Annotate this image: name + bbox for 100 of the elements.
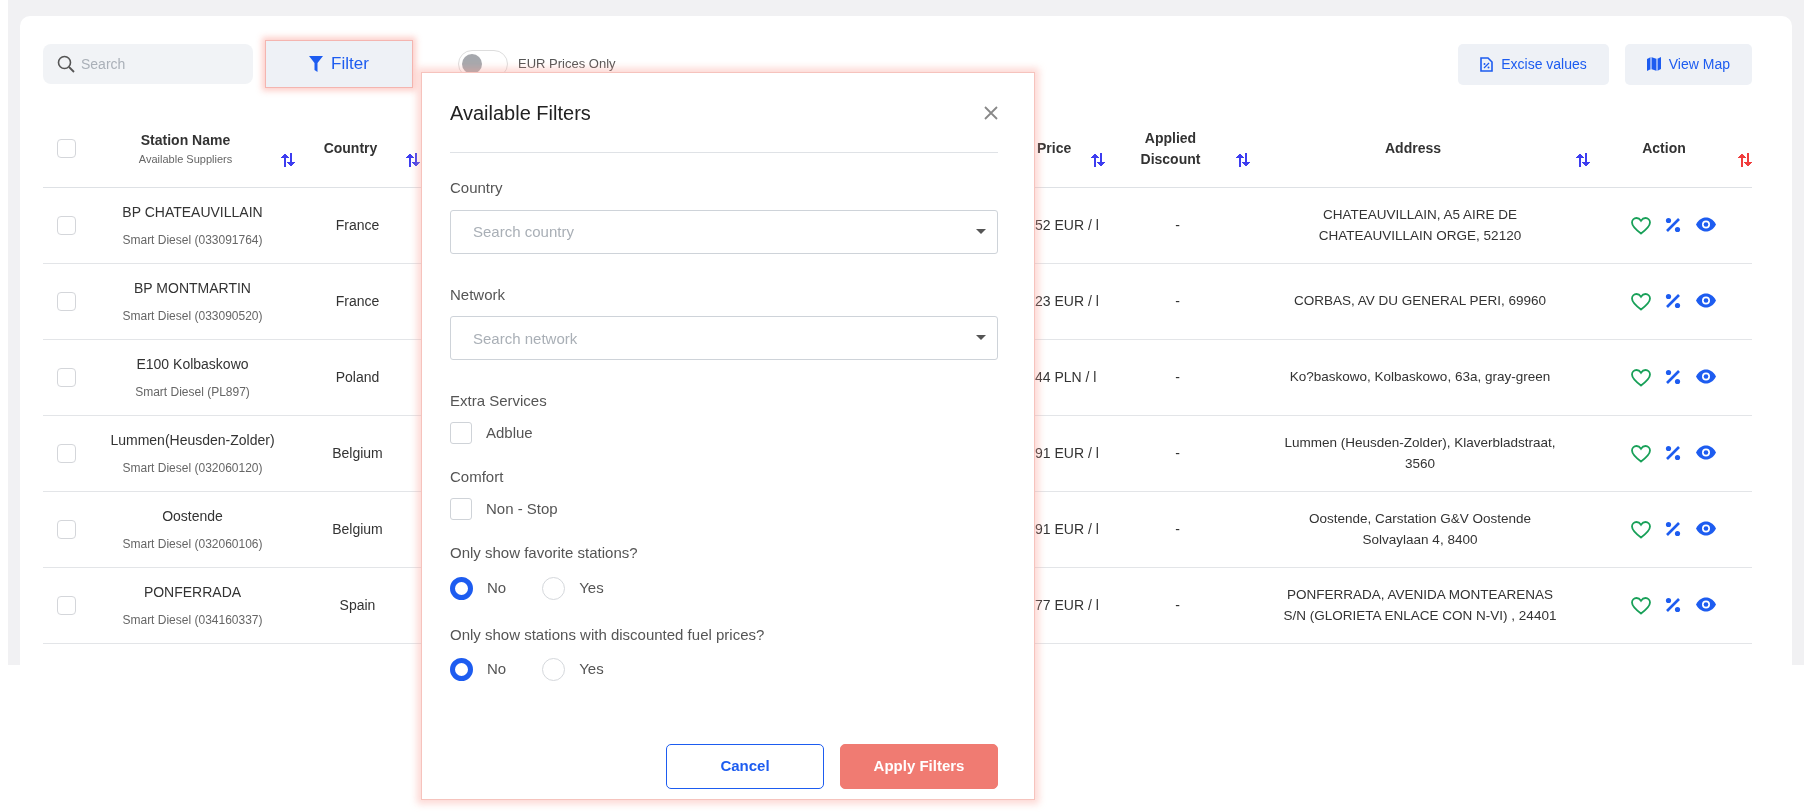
heart-icon[interactable] — [1631, 444, 1651, 463]
table-cell-text: Belgium — [332, 444, 383, 463]
cancel-button[interactable]: Cancel — [666, 744, 824, 789]
table-cell-text: - — [1175, 596, 1180, 615]
heart-icon[interactable] — [1631, 520, 1651, 539]
percent-icon[interactable] — [1665, 520, 1681, 537]
percent-icon[interactable] — [1665, 444, 1681, 461]
table-cell-text: 23 EUR / l — [1035, 292, 1099, 311]
station-name: Oostende — [162, 507, 223, 526]
heart-icon[interactable] — [1631, 292, 1651, 311]
supplier-name: Smart Diesel (034160337) — [122, 612, 263, 629]
eye-icon[interactable] — [1695, 444, 1717, 460]
column-header: Action — [1641, 139, 1687, 158]
heart-icon[interactable] — [1631, 596, 1651, 615]
table-cell-text: 91 EUR / l — [1035, 520, 1099, 539]
column-header: Applied Discount — [1139, 128, 1202, 169]
field-label: Comfort — [450, 467, 505, 487]
table-cell-text: CORBAS, AV DU GENERAL PERI, 69960 — [1292, 292, 1548, 311]
checkbox[interactable] — [450, 421, 472, 444]
station-name: PONFERRADA — [143, 583, 242, 602]
radio-button[interactable] — [450, 576, 473, 600]
toggle-label: EUR Prices Only — [518, 55, 616, 74]
caret-icon — [976, 228, 986, 235]
table-cell-text: 91 EUR / l — [1035, 444, 1099, 463]
excise-values-button[interactable]: Excise values — [1458, 43, 1609, 85]
column-header: Price — [1037, 139, 1073, 158]
checkbox-label: Non - Stop — [486, 498, 558, 519]
funnel-icon — [309, 56, 324, 72]
supplier-name: Smart Diesel (033091764) — [122, 232, 263, 249]
row-checkbox[interactable] — [57, 520, 76, 539]
caret-icon — [976, 335, 986, 341]
row-checkbox[interactable] — [57, 444, 76, 463]
sort-icon[interactable] — [406, 152, 420, 167]
table-cell-text: France — [335, 216, 380, 235]
field-label: Network — [450, 284, 506, 305]
close-icon — [984, 106, 998, 121]
row-checkbox[interactable] — [57, 596, 76, 615]
supplier-name: Smart Diesel (032060106) — [122, 536, 263, 553]
radio-label: No — [487, 577, 507, 598]
station-name: BP CHATEAUVILLAIN — [122, 203, 263, 222]
row-checkbox[interactable] — [57, 216, 76, 235]
sort-icon[interactable] — [1576, 152, 1590, 167]
select-field[interactable]: Search country — [450, 209, 998, 254]
document-percent-icon — [1480, 56, 1494, 72]
sort-icon[interactable] — [1091, 152, 1105, 167]
table-cell-text: Oostende, Carstation G&V Oostende Solvaylaan 4, 8400 — [1307, 509, 1533, 549]
percent-icon[interactable] — [1665, 216, 1681, 233]
column-header: Country — [322, 139, 379, 158]
table-cell-text: - — [1175, 520, 1180, 539]
field-label: Only show stations with discounted fuel prices? — [450, 624, 766, 645]
radio-label: Yes — [579, 577, 604, 598]
table-cell-text: France — [335, 292, 380, 311]
sort-icon[interactable] — [281, 152, 295, 167]
select-field[interactable]: Search network — [450, 316, 998, 360]
table-cell-text: - — [1175, 292, 1180, 311]
sort-icon[interactable] — [1236, 152, 1250, 167]
row-checkbox[interactable] — [57, 292, 76, 311]
column-header: Station Name — [139, 130, 232, 150]
table-cell-text: Spain — [339, 596, 376, 615]
search-icon — [57, 55, 75, 73]
table-cell-text: 77 EUR / l — [1035, 596, 1099, 615]
table-cell-text: - — [1175, 216, 1180, 235]
dialog-title: Available Filters — [450, 100, 591, 125]
sort-icon[interactable] — [1738, 152, 1752, 167]
eye-icon[interactable] — [1695, 596, 1717, 612]
table-cell-text: Lummen (Heusden-Zolder), Klaverbladstraat, 3560 — [1283, 433, 1557, 473]
apply-filters-button[interactable]: Apply Filters — [840, 744, 998, 789]
radio-label: Yes — [579, 659, 604, 680]
search-field[interactable]: Search — [43, 44, 253, 84]
view-map-button[interactable]: View Map — [1624, 43, 1752, 85]
station-name: E100 Kolbaskowo — [136, 355, 249, 374]
column-header: Address — [1384, 139, 1442, 158]
eye-icon[interactable] — [1695, 520, 1717, 536]
filter-button[interactable]: Filter — [265, 40, 413, 88]
table-cell-text: PONFERRADA, AVENIDA MONTEARENAS S/N (GLORIETA ENLACE CON N-VI) , 24401 — [1282, 585, 1558, 625]
table-cell-text: Poland — [335, 368, 380, 387]
percent-icon[interactable] — [1665, 368, 1681, 385]
table-cell-text: Ko?baskowo, Kolbaskowo, 63a, gray-green — [1288, 368, 1552, 387]
station-name: Lummen(Heusden-Zolder) — [110, 431, 275, 450]
percent-icon[interactable] — [1665, 292, 1681, 309]
supplier-name: Smart Diesel (032060120) — [122, 460, 263, 477]
radio-label: No — [487, 659, 507, 680]
heart-icon[interactable] — [1631, 368, 1651, 387]
table-cell-text: - — [1175, 444, 1180, 463]
field-label: Only show favorite stations? — [450, 543, 639, 563]
table-cell-text: 44 PLN / l — [1035, 368, 1097, 387]
radio-button[interactable] — [450, 658, 473, 681]
supplier-name: Smart Diesel (PL897) — [135, 384, 250, 401]
field-label: Extra Services — [450, 391, 548, 411]
heart-icon[interactable] — [1631, 216, 1651, 235]
table-cell-text: Belgium — [332, 520, 383, 539]
field-label: Country — [450, 178, 504, 198]
eye-icon[interactable] — [1695, 292, 1717, 308]
eye-icon[interactable] — [1695, 368, 1717, 384]
row-checkbox[interactable] — [57, 368, 76, 387]
select-all-checkbox[interactable] — [57, 139, 76, 158]
station-name: BP MONTMARTIN — [134, 279, 251, 298]
eye-icon[interactable] — [1695, 216, 1717, 232]
percent-icon[interactable] — [1665, 596, 1681, 613]
checkbox[interactable] — [450, 497, 472, 520]
